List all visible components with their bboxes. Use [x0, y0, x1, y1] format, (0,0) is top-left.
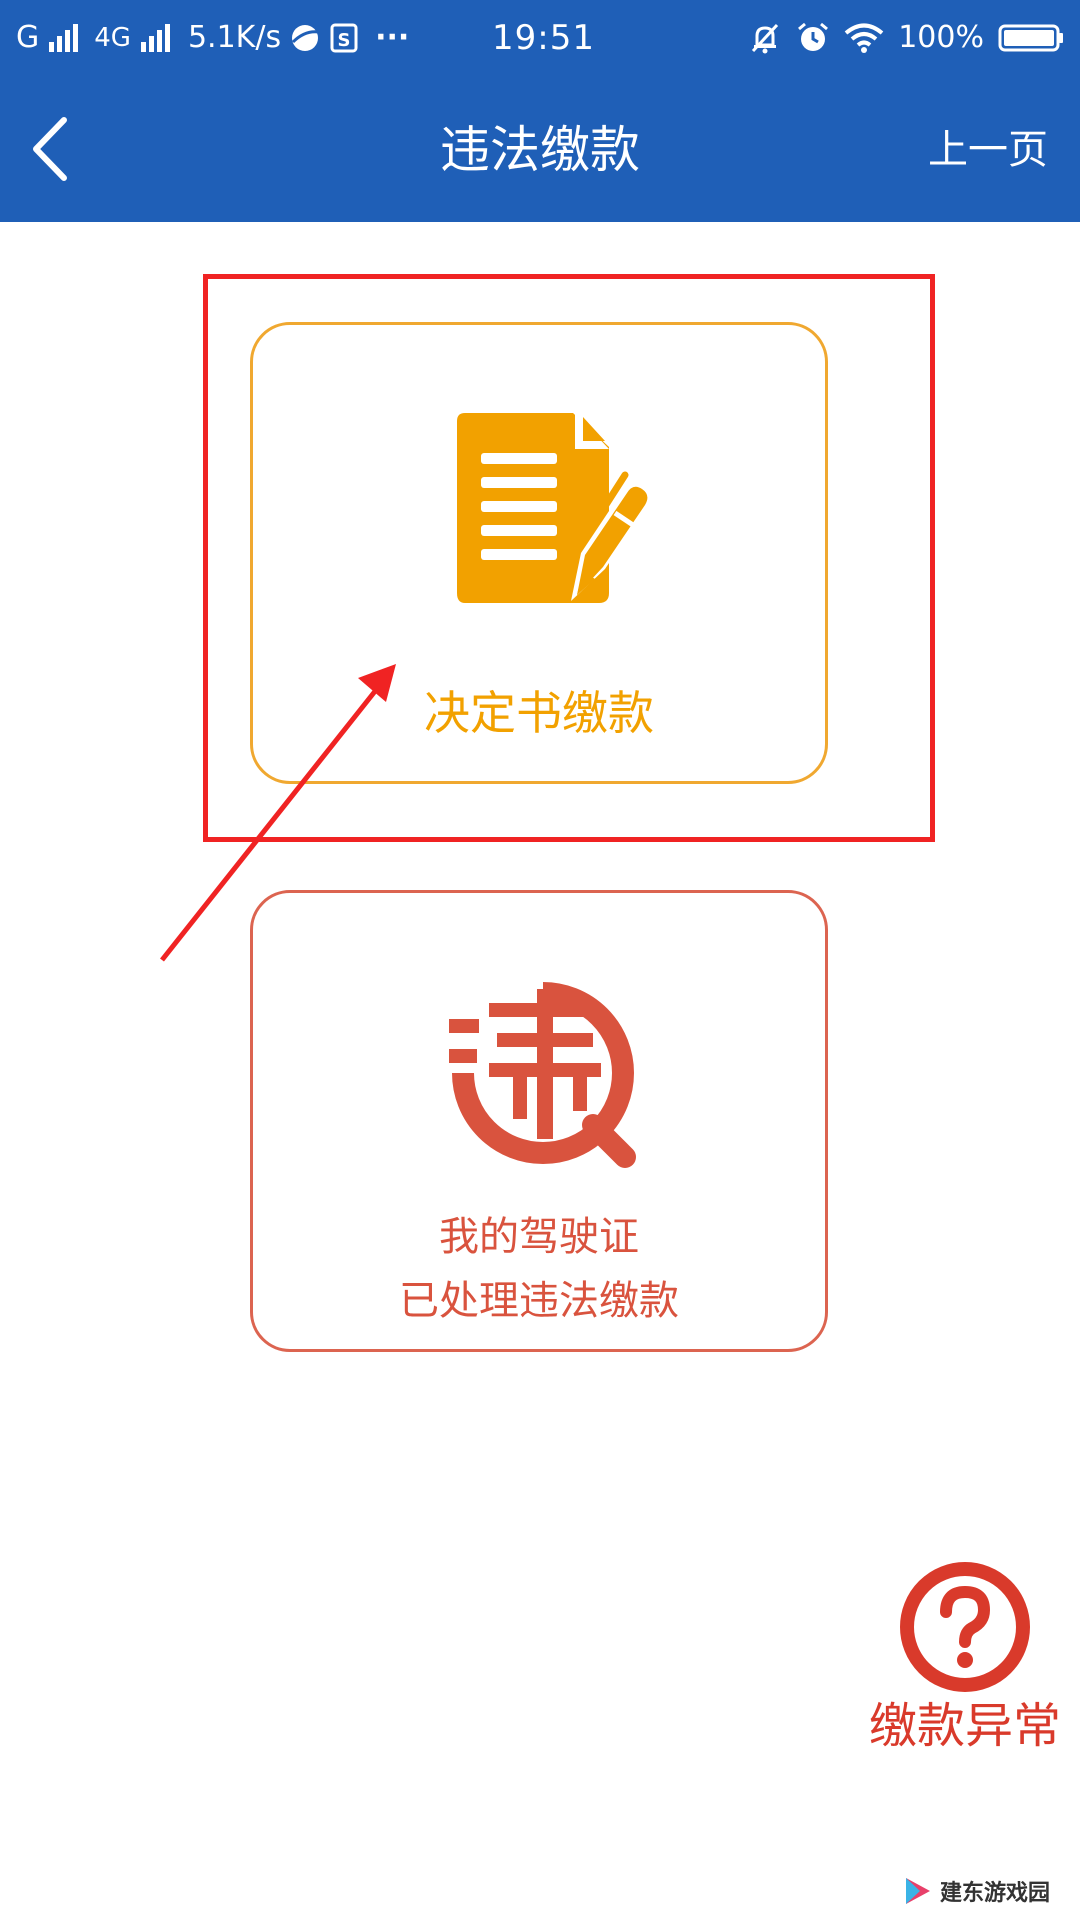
question-circle-icon [900, 1562, 1030, 1692]
license-label: 我的驾驶证 [439, 1214, 639, 1260]
battery-percent: 100% [898, 20, 984, 55]
payment-issue-button[interactable] [898, 1560, 1032, 1694]
mute-bell-icon [748, 21, 782, 55]
signal-bars-icon [49, 24, 79, 52]
processed-violation-label: 已处理违法缴款 [399, 1278, 679, 1324]
wei-magnifier-icon [449, 982, 636, 1168]
watermark-text: 建东游戏园 [939, 1881, 1050, 1906]
wifi-icon [844, 22, 884, 54]
svg-text:S: S [338, 30, 351, 51]
license-violation-card[interactable]: 我的驾驶证 已处理违法缴款 [250, 890, 828, 1352]
page: G 4G 5.1K/s S ··· 19:51 100% 违法缴款 上一页 决定… [0, 0, 1080, 1920]
carrier-2-label: 4G [94, 23, 131, 53]
alarm-icon [796, 21, 830, 55]
watermark: 建东游戏园 [900, 1874, 1050, 1908]
previous-page-link[interactable]: 上一页 [928, 122, 1048, 178]
carrier-1-label: G [16, 20, 40, 55]
play-triangle-icon [905, 1878, 930, 1904]
s-app-icon: S [329, 22, 359, 54]
status-left: G 4G 5.1K/s S ··· [16, 16, 409, 60]
net-speed: 5.1K/s [187, 20, 282, 55]
nav-bar: 违法缴款 上一页 [0, 78, 1080, 222]
battery-icon [998, 23, 1064, 53]
browser-icon [289, 22, 321, 54]
payment-issue-label[interactable]: 缴款异常 [860, 1694, 1070, 1758]
page-title: 违法缴款 [440, 121, 640, 179]
status-right: 100% [748, 16, 1064, 60]
highlight-rectangle [203, 274, 935, 842]
signal-bars-icon [140, 24, 170, 52]
more-notifications: ··· [375, 20, 410, 55]
clock: 19:51 [492, 18, 595, 58]
status-bar: G 4G 5.1K/s S ··· 19:51 100% [0, 0, 1080, 78]
